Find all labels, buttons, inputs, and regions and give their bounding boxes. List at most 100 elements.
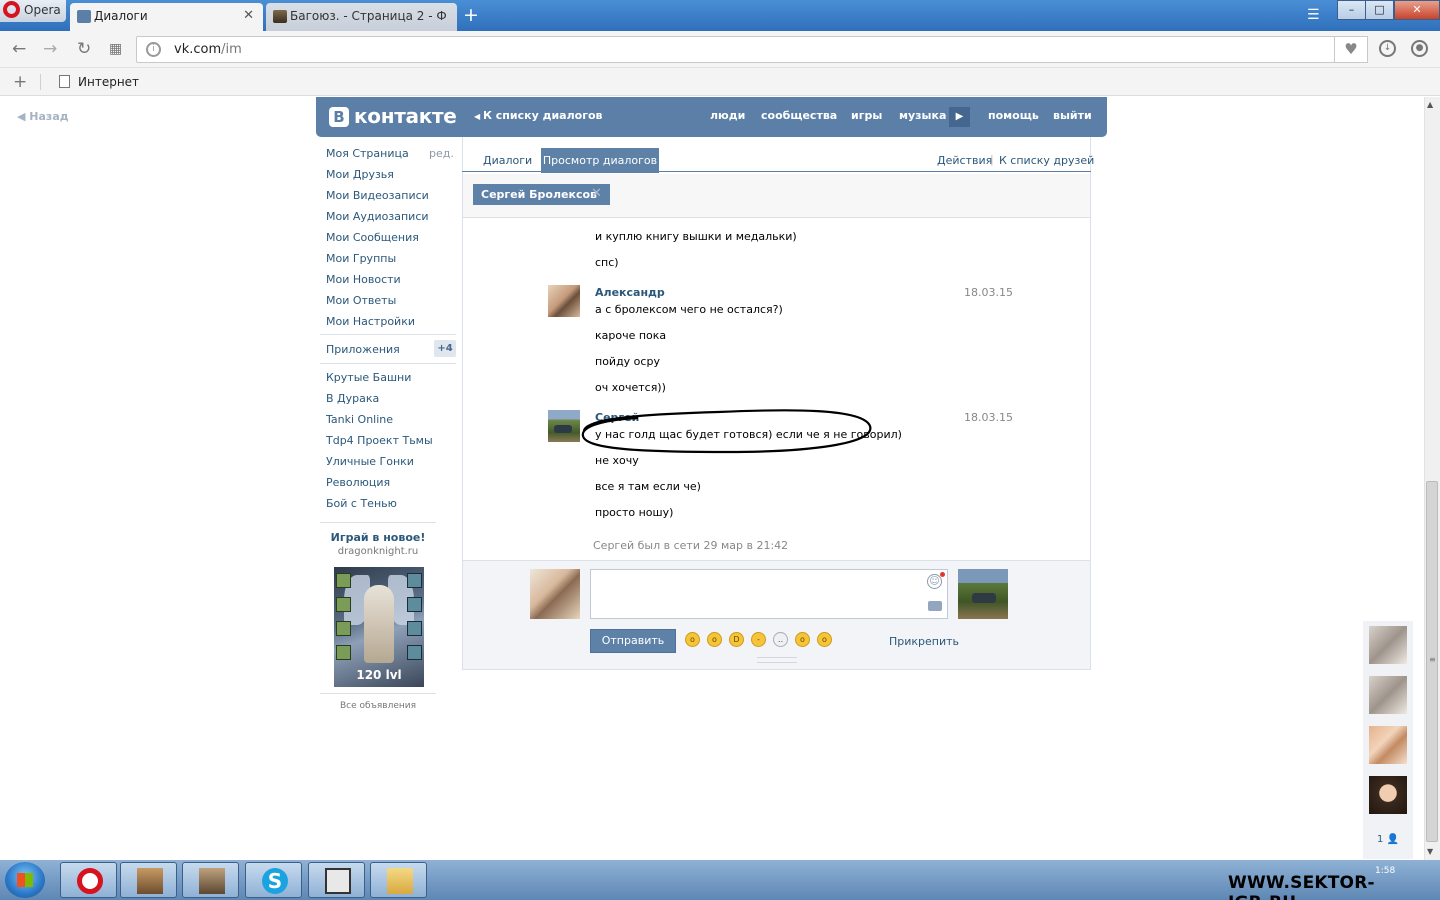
send-button[interactable]: Отправить <box>590 629 676 653</box>
account-icon[interactable]: ● <box>1411 40 1428 57</box>
friend-avatar[interactable] <box>1369 726 1407 764</box>
edit-link[interactable]: ред. <box>429 147 454 160</box>
tab-bagoyuz[interactable]: Багоюз. - Страница 2 - Ф <box>266 3 457 31</box>
message-date[interactable]: 18.03.15 <box>964 411 1013 424</box>
menu-apps[interactable]: Приложения <box>326 343 400 356</box>
menu-news[interactable]: Мои Новости <box>326 273 401 286</box>
add-bookmark-icon[interactable]: + <box>13 72 27 92</box>
menu-messages[interactable]: Мои Сообщения <box>326 231 419 244</box>
vk-logo-text[interactable]: контакте <box>354 104 457 128</box>
nav-music[interactable]: музыка <box>899 109 946 122</box>
actions-link[interactable]: Действия <box>937 154 992 167</box>
avatar-alexander[interactable] <box>548 285 580 317</box>
taskbar-skype[interactable]: S <box>245 862 302 898</box>
menu-audio[interactable]: Мои Аудиозаписи <box>326 210 429 223</box>
scroll-up-icon[interactable]: ▲ <box>1427 100 1433 109</box>
vk-logo-icon[interactable]: В <box>329 107 349 127</box>
ad-tile <box>336 645 351 660</box>
nav-logout[interactable]: выйти <box>1053 109 1092 122</box>
tab-dialogs-link[interactable]: Диалоги <box>483 154 532 167</box>
new-tab-plus-icon[interactable]: + <box>463 4 479 26</box>
music-play-icon[interactable]: ▶ <box>949 107 970 127</box>
maximize-button[interactable]: □ <box>1365 0 1394 20</box>
downloads-icon[interactable]: ↓ <box>1379 40 1396 57</box>
attach-link[interactable]: Прикрепить <box>889 635 959 648</box>
friends-online-count[interactable]: 1 👤 <box>1377 834 1399 845</box>
scroll-down-icon[interactable]: ▼ <box>1427 847 1433 856</box>
online-status: Сергей был в сети 29 мар в 21:42 <box>593 539 789 552</box>
gta-icon <box>137 868 163 894</box>
bookmark-heart-icon[interactable]: ♥ <box>1334 36 1368 63</box>
to-friends-link[interactable]: К списку друзей <box>999 154 1094 167</box>
message-author[interactable]: Александр <box>595 286 665 299</box>
menu-groups[interactable]: Мои Группы <box>326 252 396 265</box>
start-button[interactable] <box>5 862 45 898</box>
remove-peer-icon[interactable]: ✕ <box>591 186 602 201</box>
menu-friends[interactable]: Мои Друзья <box>326 168 394 181</box>
app-item[interactable]: Революция <box>326 476 390 489</box>
tab-title: Багоюз. - Страница 2 - Ф <box>290 9 447 23</box>
emoji-neutral-icon[interactable]: - <box>751 632 766 647</box>
taskbar-window[interactable] <box>308 862 365 898</box>
site-info-icon[interactable]: i <box>146 42 161 57</box>
peer-chip[interactable]: Сергей Бролексов <box>473 184 610 205</box>
app-item[interactable]: Уличные Гонки <box>326 455 414 468</box>
taskbar-opera[interactable] <box>60 862 117 898</box>
tab-dialogs[interactable]: Диалоги ✕ <box>70 3 263 31</box>
menu-videos[interactable]: Мои Видеозаписи <box>326 189 429 202</box>
back-link[interactable]: ◀ Назад <box>17 110 69 123</box>
message-input[interactable] <box>590 569 948 619</box>
emoji-worried-icon[interactable]: o <box>817 632 832 647</box>
ad-image[interactable]: 120 lvl <box>334 567 424 687</box>
ad-character <box>364 585 394 663</box>
back-to-dialogs-link[interactable]: ◀ К списку диалогов <box>474 109 602 122</box>
app-item[interactable]: Tdp4 Проект Тьмы <box>326 434 433 447</box>
camera-icon[interactable] <box>928 601 942 611</box>
menu-answers[interactable]: Мои Ответы <box>326 294 396 307</box>
friend-avatar[interactable] <box>1369 626 1407 664</box>
nav-people[interactable]: люди <box>710 109 745 122</box>
tab-view-dialogs[interactable]: Просмотр диалогов <box>541 148 659 173</box>
emoji-grin-icon[interactable]: D <box>729 632 744 647</box>
nav-communities[interactable]: сообщества <box>761 109 837 122</box>
tab-close-icon[interactable]: ✕ <box>243 8 254 23</box>
nav-help[interactable]: помощь <box>988 109 1039 122</box>
message-text: кароче пока <box>595 329 667 342</box>
emoji-scream-icon[interactable]: o <box>685 632 700 647</box>
address-bar[interactable]: i vk.com/im <box>136 36 1335 63</box>
forward-arrow-icon[interactable]: → <box>43 39 57 59</box>
all-ads-link[interactable]: Все объявления <box>320 701 436 711</box>
peer-avatar[interactable] <box>958 569 1008 619</box>
minimize-button[interactable]: – <box>1337 0 1366 20</box>
nav-games[interactable]: игры <box>851 109 882 122</box>
my-avatar[interactable] <box>530 569 580 619</box>
app-item[interactable]: Крутые Башни <box>326 371 411 384</box>
bookmark-internet[interactable]: Интернет <box>78 75 139 89</box>
emoji-fearful-icon[interactable]: o <box>795 632 810 647</box>
menu-my-page[interactable]: Моя Страница <box>326 147 409 160</box>
app-item[interactable]: Tanki Online <box>326 413 393 426</box>
speed-dial-grid-icon[interactable]: ▦ <box>109 41 122 57</box>
menu-settings[interactable]: Мои Настройки <box>326 315 415 328</box>
taskbar-explorer[interactable] <box>370 862 427 898</box>
taskbar-game-app[interactable] <box>120 862 177 898</box>
message-date[interactable]: 18.03.15 <box>964 286 1013 299</box>
emoji-ghost-icon[interactable]: ‥ <box>773 632 788 647</box>
tab-menu-icon[interactable]: ☰ <box>1307 7 1320 23</box>
avatar-sergey[interactable] <box>548 410 580 442</box>
app-item[interactable]: Бой с Тенью <box>326 497 397 510</box>
emoji-flushed-icon[interactable]: o <box>707 632 722 647</box>
back-arrow-icon[interactable]: ← <box>12 39 26 59</box>
friend-avatar[interactable] <box>1369 776 1407 814</box>
close-window-button[interactable]: ✕ <box>1394 0 1440 20</box>
new-indicator-dot <box>940 572 945 577</box>
ad-title[interactable]: Играй в новое! <box>320 531 436 544</box>
opera-menu-button[interactable]: Opera <box>0 0 66 22</box>
friend-avatar[interactable] <box>1369 676 1407 714</box>
apps-count-badge[interactable]: +4 <box>434 340 456 357</box>
resize-grip[interactable] <box>757 657 797 663</box>
reload-icon[interactable]: ↻ <box>77 39 91 59</box>
app-item[interactable]: В Дурака <box>326 392 379 405</box>
taskbar-game-app[interactable] <box>182 862 239 898</box>
url-text[interactable]: vk.com/im <box>174 42 242 57</box>
